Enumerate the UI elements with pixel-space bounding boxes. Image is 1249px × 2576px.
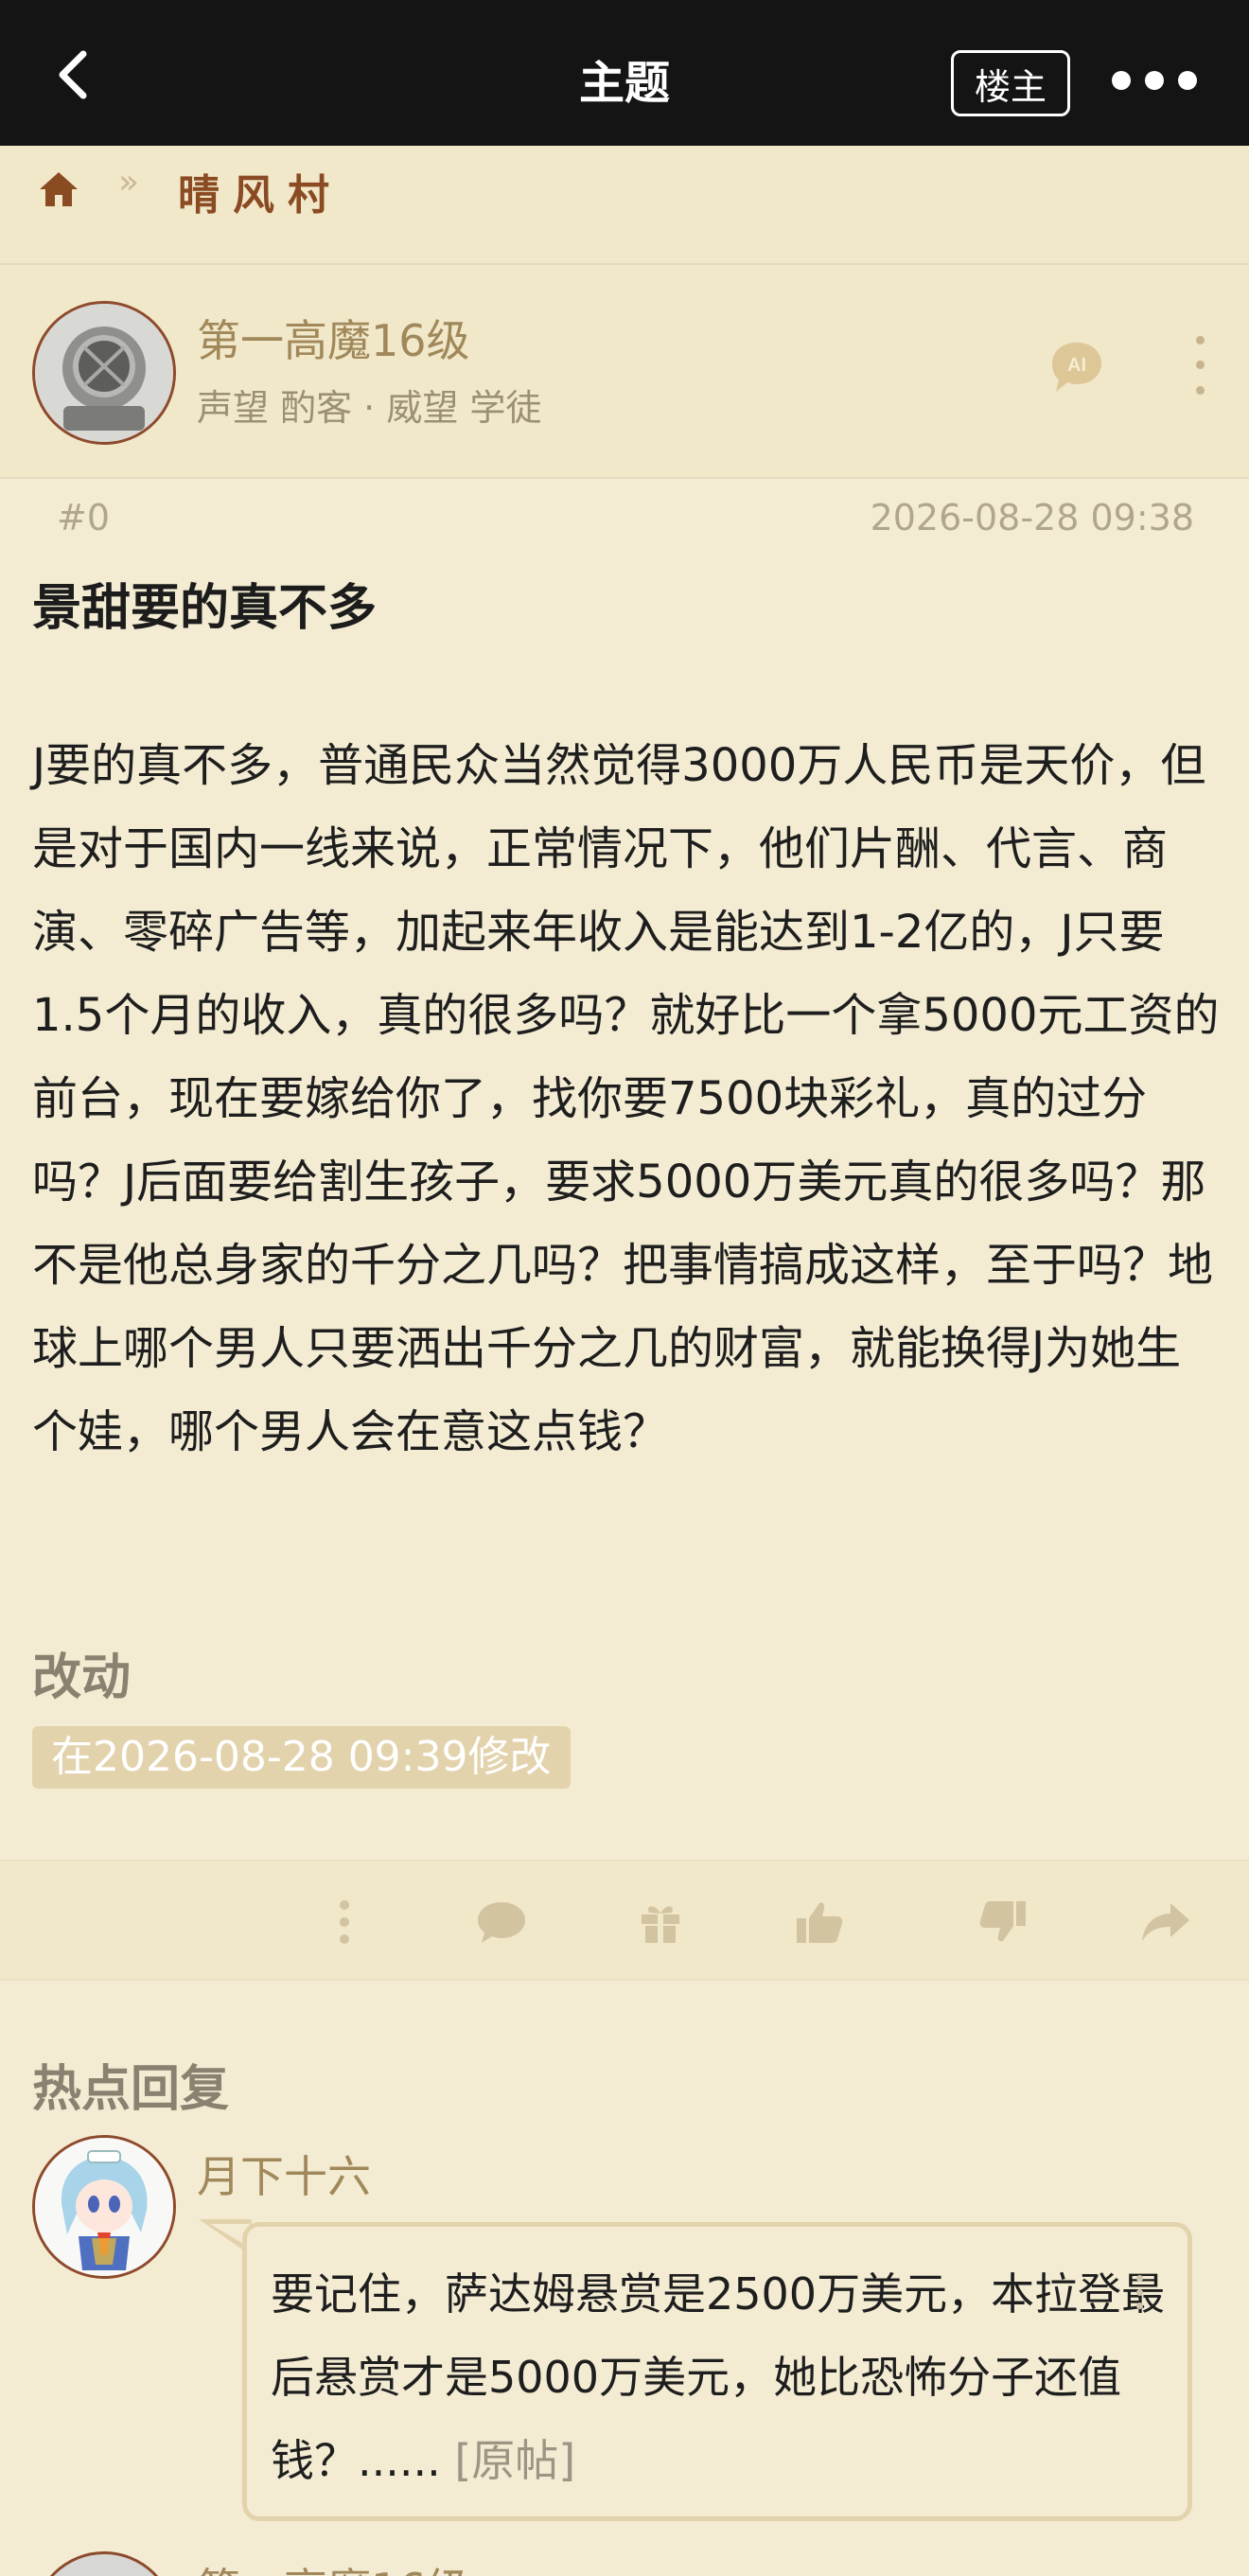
comment-icon [478,1902,525,1943]
avatar[interactable] [32,2135,176,2279]
dot [1195,361,1205,370]
like-button[interactable] [791,1894,848,1950]
avatar[interactable] [32,301,176,445]
breadcrumb-forum-link[interactable]: 晴风村 [178,161,343,221]
breadcrumb-separator-icon: » [118,163,140,202]
hot-replies-heading: 热点回复 [32,2061,230,2118]
post-body: J要的真不多，普通民众当然觉得3000万人民币是天价，但是对于国内一线来说，正常… [32,739,1220,1458]
reply-author-name[interactable]: 月下十六 [197,2143,371,2205]
dot [1178,71,1197,90]
anime-character-avatar-icon [35,2138,173,2276]
dot [1145,71,1164,90]
gift-button[interactable] [632,1894,689,1950]
more-options-button[interactable] [1112,57,1197,104]
chevron-left-icon [59,50,87,99]
floor-number: #0 [57,497,111,538]
reply-author-name[interactable]: 第一高魔16级 [197,2555,470,2576]
reply-menu-button[interactable] [1132,2275,1147,2309]
dot [1112,71,1131,90]
avatar[interactable] [32,2551,176,2576]
reply-button[interactable] [473,1894,530,1950]
hot-reply-text: 要记住，萨达姆悬赏是2500万美元，本拉登最后悬赏才是5000万美元，她比恐怖分… [271,2252,1170,2502]
author-reputation: 声望 酌客 · 威望 学徒 [197,387,542,429]
dot [1135,2303,1143,2309]
post-action-bar [0,1860,1249,1981]
dot [1195,386,1205,396]
post-timestamp: 2026-08-28 09:38 [870,497,1194,538]
original-post-link[interactable]: [原帖] [454,2435,575,2486]
dislike-button[interactable] [975,1894,1031,1950]
only-op-button[interactable]: 楼主 [951,50,1070,116]
edit-badge: 在2026-08-28 09:39修改 [32,1726,571,1789]
dot [1195,335,1205,344]
diving-helmet-avatar-icon [35,304,173,442]
ai-summary-icon[interactable]: AI [1047,337,1107,397]
post-title: 景甜要的真不多 [32,580,378,637]
top-navigation-bar: 主题 楼主 [0,0,1249,146]
post-more-button[interactable] [316,1894,373,1950]
home-icon[interactable] [36,167,81,212]
dot [1135,2275,1143,2282]
more-icon [340,1900,349,1944]
edit-heading: 改动 [32,1650,132,1706]
thumbs-down-icon [979,1901,1026,1942]
dot [1135,2288,1143,2296]
author-name[interactable]: 第一高魔16级 [197,307,470,369]
gift-icon [642,1906,679,1943]
author-card: 第一高魔16级 声望 酌客 · 威望 学徒 AI [0,265,1249,479]
author-menu-button[interactable] [1183,327,1217,403]
back-button[interactable] [45,42,102,108]
ai-label: AI [1067,355,1086,376]
breadcrumb: » 晴风村 [0,146,1249,265]
hot-reply-content: 要记住，萨达姆悬赏是2500万美元，本拉登最后悬赏才是5000万美元，她比恐怖分… [271,2268,1166,2486]
thumbs-up-icon [797,1902,843,1943]
share-icon [1142,1903,1189,1941]
share-button[interactable] [1137,1894,1194,1950]
